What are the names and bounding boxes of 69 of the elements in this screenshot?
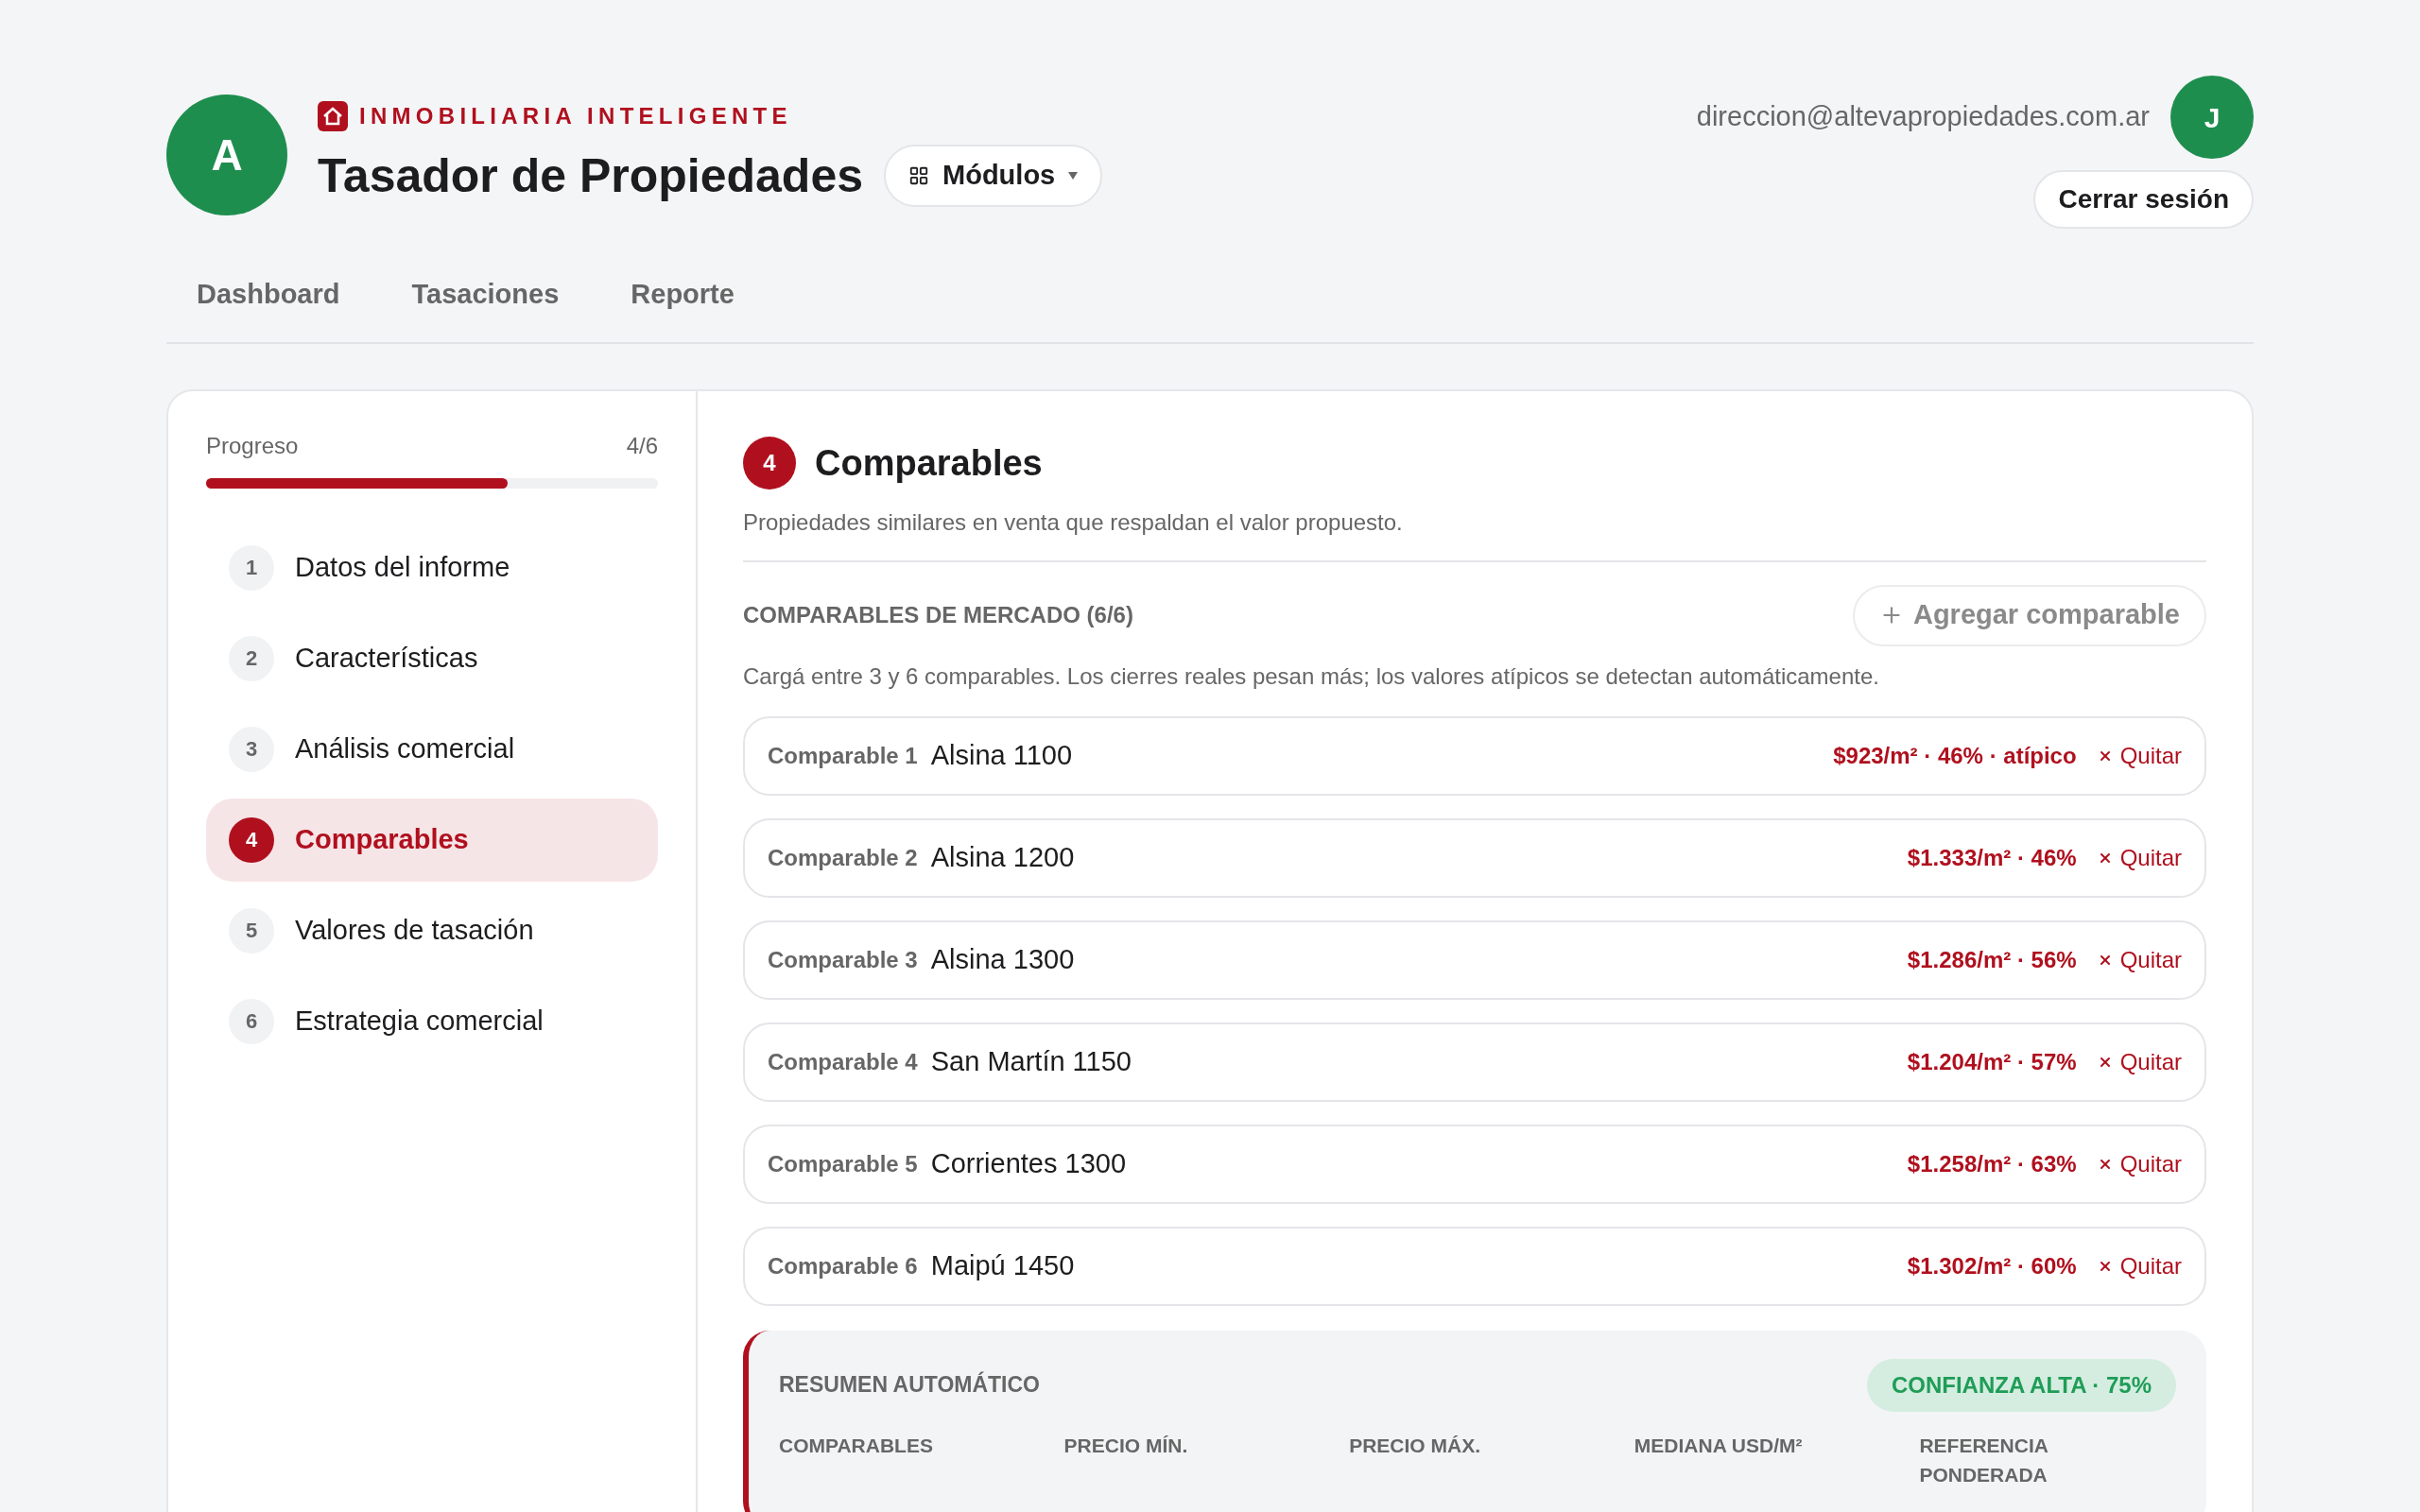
step-item[interactable]: 3 Análisis comercial xyxy=(206,707,658,791)
comparable-metrics: $923/m² · 46% · atípico xyxy=(1833,741,2077,770)
step-number: 6 xyxy=(229,998,274,1044)
step-number: 1 xyxy=(229,544,274,591)
step-label: Estrategia comercial xyxy=(295,1004,544,1038)
comparable-address: Alsina 1200 xyxy=(930,840,1075,874)
comparable-metrics: $1.204/m² · 57% xyxy=(1907,1047,2077,1076)
modules-button[interactable]: Módulos xyxy=(884,145,1103,207)
comparable-address: Maipú 1450 xyxy=(930,1248,1075,1282)
step-item[interactable]: 6 Estrategia comercial xyxy=(206,979,658,1063)
summary-column-label: COMPARABLES xyxy=(779,1433,934,1458)
remove-button[interactable]: Quitar xyxy=(2097,1044,2182,1079)
brand-avatar: A xyxy=(166,94,287,215)
comparable-label: Comparable 4 xyxy=(768,1047,918,1076)
remove-button[interactable]: Quitar xyxy=(2097,840,2182,875)
nav-tab[interactable]: Dashboard xyxy=(166,266,371,323)
remove-button[interactable]: Quitar xyxy=(2097,1248,2182,1283)
step-label: Valores de tasación xyxy=(295,913,534,947)
step-label: Análisis comercial xyxy=(295,731,515,765)
comparable-label: Comparable 3 xyxy=(768,945,918,974)
grid-icon xyxy=(908,165,930,186)
progress-label: Progreso xyxy=(206,431,299,460)
comparable-label: Comparable 2 xyxy=(768,843,918,872)
step-item[interactable]: 5 Valores de tasación xyxy=(206,888,658,972)
logout-button[interactable]: Cerrar sesión xyxy=(2033,170,2254,229)
summary-column-label: MEDIANA USD/M² xyxy=(1634,1433,1804,1458)
summary-column-label: REFERENCIA PONDERADA xyxy=(1919,1433,2049,1487)
comparable-metrics: $1.258/m² · 63% xyxy=(1907,1149,2077,1178)
user-email: direccion@altevapropiedades.com.ar xyxy=(1696,100,2150,134)
comparable-metrics: $1.286/m² · 56% xyxy=(1907,945,2077,974)
house-logo-icon xyxy=(318,100,348,131)
comparable-address: San Martín 1150 xyxy=(930,1044,1132,1078)
app-title: Tasador de Propiedades xyxy=(318,147,864,204)
step-label: Características xyxy=(295,641,478,675)
step-item[interactable]: 2 Características xyxy=(206,616,658,700)
nav-tab[interactable]: Tasaciones xyxy=(381,266,590,323)
step-label: Comparables xyxy=(295,822,469,856)
confidence-badge: CONFIANZA ALTA · 75% xyxy=(1866,1358,2176,1412)
step-item[interactable]: 1 Datos del informe xyxy=(206,525,658,610)
section-title: Comparables xyxy=(815,441,1043,485)
comparable-address: Alsina 1100 xyxy=(930,738,1073,772)
nav-tab[interactable]: Reporte xyxy=(600,266,765,323)
remove-button[interactable]: Quitar xyxy=(2097,1146,2182,1181)
summary-column-label: PRECIO MÍN. xyxy=(1063,1433,1189,1458)
comparable-label: Comparable 6 xyxy=(768,1251,918,1280)
step-number: 2 xyxy=(229,635,274,681)
caret-icon xyxy=(1068,172,1079,180)
progress-count: 4/6 xyxy=(626,431,658,460)
section-subtitle: Propiedades similares en venta que respaldan el valor propuesto. xyxy=(743,507,1404,537)
step-number: 4 xyxy=(229,816,274,863)
brand-name: INMOBILIARIA INTELIGENTE xyxy=(359,101,792,130)
user-avatar[interactable]: J xyxy=(2170,76,2254,159)
comparable-label: Comparable 1 xyxy=(768,741,918,770)
remove-button[interactable]: Quitar xyxy=(2097,942,2182,977)
comparable-address: Alsina 1300 xyxy=(930,942,1075,976)
step-number: 3 xyxy=(229,726,274,772)
comparable-metrics: $1.302/m² · 60% xyxy=(1907,1251,2077,1280)
comparable-label: Comparable 5 xyxy=(768,1149,918,1178)
hint-text: Cargá entre 3 y 6 comparables. Los cierres reales pesan más; los valores atípicos se detectan automáticamente. xyxy=(743,662,1880,691)
step-number: 5 xyxy=(229,907,274,954)
comparable-address: Corrientes 1300 xyxy=(930,1146,1127,1180)
remove-button[interactable]: Quitar xyxy=(2097,738,2182,773)
step-item[interactable]: 4 Comparables xyxy=(206,798,658,882)
summary-title: RESUMEN AUTOMÁTICO xyxy=(779,1370,1040,1400)
list-title: COMPARABLES DE MERCADO (6/6) xyxy=(743,601,1133,629)
section-number: 4 xyxy=(743,437,796,490)
summary-column-label: PRECIO MÁX. xyxy=(1349,1433,1482,1458)
step-label: Datos del informe xyxy=(295,550,510,584)
comparable-metrics: $1.333/m² · 46% xyxy=(1907,843,2077,872)
